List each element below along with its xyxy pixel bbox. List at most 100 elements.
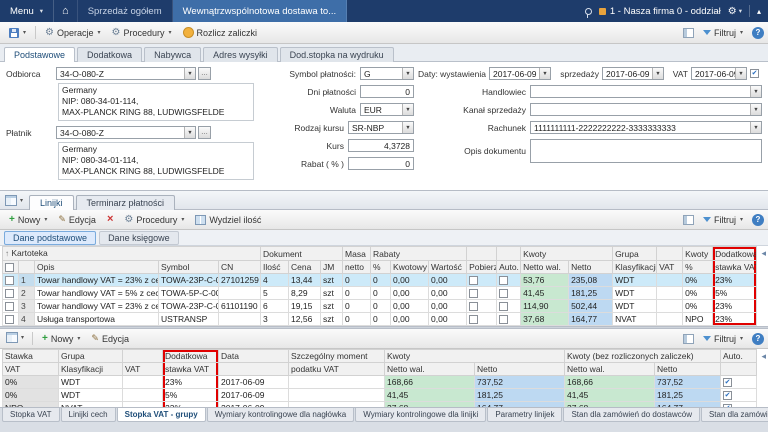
btab-stopka-vat[interactable]: Stopka VAT xyxy=(2,408,60,422)
rozlicz-zaliczki-button[interactable]: Rozlicz zaliczki xyxy=(178,25,263,40)
rabat-field[interactable]: 0 xyxy=(348,157,414,170)
group-kwoty2[interactable]: Kwoty xyxy=(683,247,713,261)
grid-cell[interactable]: TOWA-23P-C-002 xyxy=(159,300,219,313)
grid-cell[interactable]: TOWA-23P-C-001 xyxy=(159,274,219,287)
grid-cell[interactable] xyxy=(289,389,385,402)
col-netto[interactable]: Netto xyxy=(475,363,565,376)
grid-cell[interactable]: Towar handlowy VAT = 23% z cechami 002 xyxy=(35,300,159,313)
grid-cell[interactable]: Towar handlowy VAT = 23% z cechami 001 xyxy=(35,274,159,287)
grid-cell[interactable]: 164,77 xyxy=(475,402,565,408)
panel-toggle-icon[interactable] xyxy=(683,334,694,344)
company-selector[interactable]: 1 - Nasza firma 0 - oddział xyxy=(599,6,721,17)
filtruj-footer-button[interactable]: Filtruj ▾ xyxy=(698,332,748,346)
checkbox[interactable]: ✔ xyxy=(723,404,732,407)
col-vat[interactable]: VAT xyxy=(657,261,683,274)
grid-cell[interactable]: 2017-06-09 xyxy=(219,389,289,402)
btab-wymiary-naglowka[interactable]: Wymiary kontrolingowe dla nagłówka xyxy=(207,408,355,422)
save-button[interactable]: ▾ xyxy=(4,26,31,40)
wydziel-ilosc-button[interactable]: Wydziel ilość xyxy=(190,213,266,227)
procedury-lines-button[interactable]: ⚙ Procedury ▾ xyxy=(119,213,189,227)
col-dodatkowa-stawka-vat[interactable]: stawka VAT xyxy=(163,363,219,376)
btab-wymiary-linijki[interactable]: Wymiary kontrolingowe dla linijki xyxy=(355,408,486,422)
group-moment[interactable]: Szczególny moment xyxy=(289,350,385,363)
col-pobierz[interactable]: Pobierz xyxy=(467,261,497,274)
col-kwoty-pct[interactable]: % xyxy=(683,261,713,274)
grid-cell[interactable] xyxy=(657,287,683,300)
grid-cell[interactable]: 41,45 xyxy=(521,287,569,300)
grid-cell[interactable]: NVAT xyxy=(613,313,657,326)
grid-cell[interactable]: 2 xyxy=(19,287,35,300)
grid-cell[interactable]: 1 xyxy=(19,274,35,287)
checkbox-cell[interactable]: ✔ xyxy=(721,389,757,402)
grid-cell[interactable]: 5 xyxy=(261,287,289,300)
grid-cell[interactable]: 0 xyxy=(343,313,371,326)
select-all-header[interactable] xyxy=(3,261,19,274)
col-netto-2[interactable]: Netto xyxy=(655,363,721,376)
table-row[interactable]: 2Towar handlowy VAT = 5% z cechami 001TO… xyxy=(3,287,757,300)
col-symbol[interactable]: Symbol xyxy=(159,261,219,274)
checkbox-cell[interactable] xyxy=(467,274,497,287)
checkbox[interactable] xyxy=(5,289,14,298)
col-podatku-vat[interactable]: podatku VAT xyxy=(289,363,385,376)
grid-cell[interactable]: 0,00 xyxy=(391,274,429,287)
grid-cell[interactable]: 19,15 xyxy=(289,300,321,313)
checkbox-cell[interactable]: ✔ xyxy=(721,402,757,408)
grid-cell[interactable]: 2017-06-09 xyxy=(219,402,289,408)
btab-stan-zamowien-dowod[interactable]: Stan dla zamówień do dostawców (dla dowo… xyxy=(701,408,768,422)
filtruj-lines-button[interactable]: Filtruj ▾ xyxy=(698,213,748,227)
btab-parametry-linijek[interactable]: Parametry linijek xyxy=(487,408,562,422)
grid-cell[interactable]: 0,00 xyxy=(429,313,467,326)
grid-cell[interactable]: 235,08 xyxy=(569,274,613,287)
select-all-checkbox[interactable] xyxy=(5,263,14,272)
btab-linijki-cech[interactable]: Linijki cech xyxy=(61,408,116,422)
data-wystawienia-combo[interactable]: 2017-06-09 ▼ xyxy=(489,67,551,80)
checkbox-cell[interactable] xyxy=(3,313,19,326)
grid-cell[interactable]: NPO xyxy=(683,313,713,326)
table-row[interactable]: 0%WDT23%2017-06-09168,66737,52168,66737,… xyxy=(3,376,757,389)
grid-cell[interactable]: szt xyxy=(321,274,343,287)
checkbox[interactable]: ✔ xyxy=(723,391,732,400)
grid-cell[interactable] xyxy=(123,402,163,408)
edycja-button[interactable]: ✎ Edycja xyxy=(53,212,101,227)
col-stawka-vat[interactable]: VAT xyxy=(3,363,59,376)
grid-cell[interactable]: 114,90 xyxy=(521,300,569,313)
grid-cell[interactable]: 23% xyxy=(163,376,219,389)
grid-cell[interactable]: 164,77 xyxy=(569,313,613,326)
grid-cell[interactable]: 0% xyxy=(683,300,713,313)
grid-cell[interactable]: 0,00 xyxy=(391,313,429,326)
menu-button[interactable]: Menu ▾ xyxy=(0,0,54,22)
grid-cell[interactable]: 168,66 xyxy=(385,376,475,389)
platnik-lookup-icon[interactable]: … xyxy=(198,126,211,139)
subtab-dane-podstawowe[interactable]: Dane podstawowe xyxy=(4,231,96,245)
group-kwoty[interactable]: Kwoty xyxy=(521,247,613,261)
btab-stopka-vat-grupy[interactable]: Stopka VAT - grupy xyxy=(117,408,206,422)
grid-cell[interactable]: 0,00 xyxy=(429,274,467,287)
odbiorca-combo[interactable]: 34-O-080-Z ▼ xyxy=(56,67,196,80)
tab-dod-stopka[interactable]: Dod.stopka na wydruku xyxy=(280,47,394,62)
data-vat-combo[interactable]: 2017-06-09 ▼ xyxy=(691,67,747,80)
checkbox-cell[interactable] xyxy=(497,300,521,313)
tab-dodatkowa[interactable]: Dodatkowa xyxy=(77,47,142,62)
tab-podstawowe[interactable]: Podstawowe xyxy=(4,47,75,62)
tab-terminarz-platnosci[interactable]: Terminarz płatności xyxy=(76,195,176,210)
grid-cell[interactable] xyxy=(123,389,163,402)
nowy-footer-button[interactable]: + Nowy ▾ xyxy=(37,332,85,346)
checkbox[interactable] xyxy=(5,315,14,324)
checkbox[interactable] xyxy=(469,289,478,298)
col-wartosc[interactable]: Wartość xyxy=(429,261,467,274)
col-kwotowy[interactable]: Kwotowy xyxy=(391,261,429,274)
grid-cell[interactable]: 502,44 xyxy=(569,300,613,313)
checkbox[interactable] xyxy=(499,302,508,311)
procedury-button[interactable]: ⚙ Procedury ▾ xyxy=(107,26,177,40)
grid-cell[interactable] xyxy=(289,402,385,408)
grid-cell[interactable]: 0 xyxy=(371,287,391,300)
checkbox-cell[interactable] xyxy=(497,274,521,287)
grid-cell[interactable]: 164,77 xyxy=(655,402,721,408)
checkbox[interactable] xyxy=(499,276,508,285)
grid-cell[interactable]: 5% xyxy=(713,287,757,300)
checkbox[interactable] xyxy=(469,276,478,285)
grid-cell[interactable]: 168,66 xyxy=(565,376,655,389)
doc-tab-sprzedaz-ogolem[interactable]: Sprzedaż ogółem xyxy=(78,0,173,22)
grid-cell[interactable]: 0 xyxy=(343,300,371,313)
group-auto[interactable]: Auto. xyxy=(721,350,757,363)
